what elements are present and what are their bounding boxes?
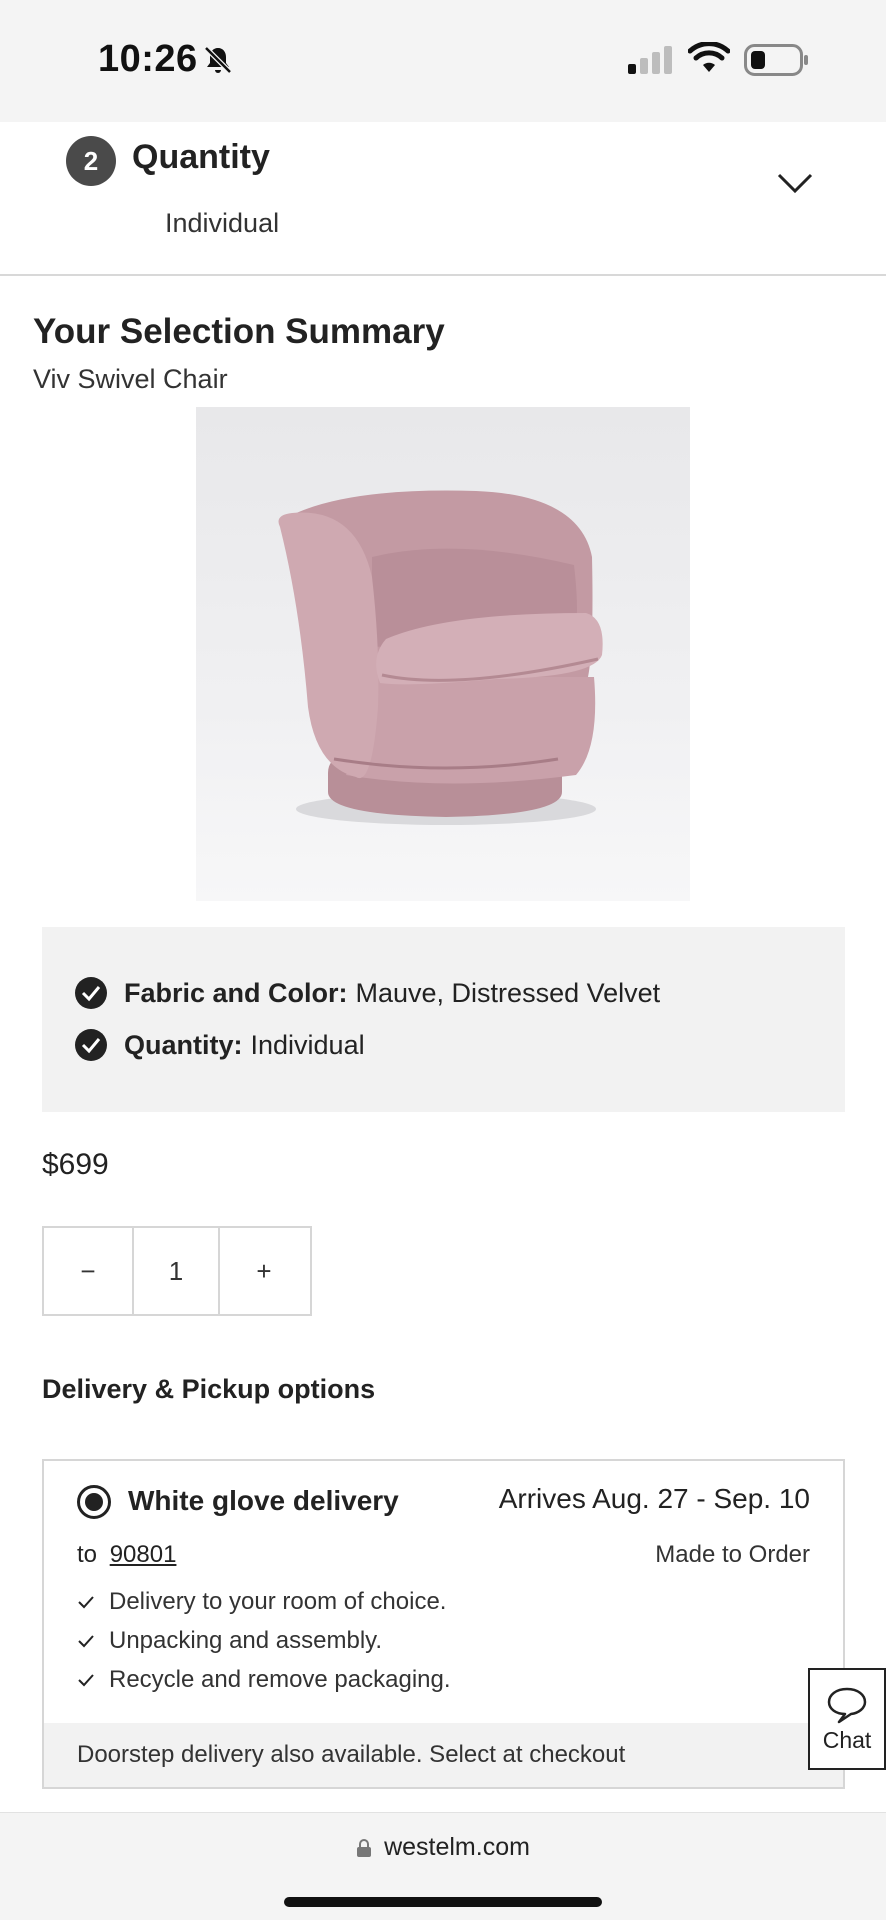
zip-code-link[interactable]: 90801 [110, 1541, 177, 1568]
delivery-footer-note: Doorstep delivery also available. Select… [44, 1723, 843, 1787]
delivery-feature-text: Delivery to your room of choice. [109, 1588, 447, 1615]
delivery-feature-text: Unpacking and assembly. [109, 1627, 383, 1654]
url-text: westelm.com [384, 1833, 530, 1861]
step-selected-value: Individual [165, 208, 280, 238]
bell-slash-icon [204, 46, 232, 74]
selection-row: Quantity: Individual [74, 1027, 365, 1063]
chat-label: Chat [822, 1726, 872, 1753]
check-icon [78, 1635, 94, 1648]
product-image [196, 407, 690, 901]
radio-selected[interactable] [77, 1485, 111, 1519]
delivery-feature: Unpacking and assembly. [77, 1627, 382, 1655]
status-time: 10:26 [98, 38, 198, 80]
delivery-destination: to 90801 [77, 1541, 176, 1569]
delivery-heading: Delivery & Pickup options [42, 1374, 376, 1404]
selection-summary-panel [42, 927, 845, 1112]
home-indicator[interactable] [284, 1897, 602, 1907]
selection-label: Quantity: [124, 1029, 243, 1060]
selection-row: Fabric and Color: Mauve, Distressed Velv… [74, 975, 660, 1011]
product-price: $699 [42, 1148, 109, 1181]
decrement-button[interactable]: − [44, 1228, 132, 1314]
chevron-down-icon[interactable] [776, 170, 814, 196]
check-icon [78, 1596, 94, 1609]
wifi-icon [688, 42, 730, 72]
lock-icon [357, 1838, 372, 1857]
check-icon [78, 1674, 94, 1687]
check-circle-icon [75, 1029, 107, 1061]
quantity-stepper: − 1 + [42, 1226, 312, 1316]
made-to-order-label: Made to Order [655, 1541, 810, 1568]
delivery-option-title[interactable]: White glove delivery [128, 1485, 399, 1517]
chat-bubble-icon [827, 1687, 867, 1723]
step-number-badge: 2 [66, 136, 116, 186]
selection-value: Mauve, Distressed Velvet [355, 977, 661, 1008]
chair-illustration [278, 490, 603, 825]
delivery-feature: Delivery to your room of choice. [77, 1588, 446, 1616]
summary-title: Your Selection Summary [33, 312, 445, 351]
url-display[interactable]: westelm.com [0, 1833, 886, 1862]
quantity-value[interactable]: 1 [132, 1228, 220, 1314]
selection-value: Individual [250, 1029, 365, 1060]
signal-icon [628, 46, 672, 74]
check-circle-icon [75, 977, 107, 1009]
selection-label: Fabric and Color: [124, 977, 348, 1008]
delivery-option-card[interactable]: White glove delivery Arrives Aug. 27 - S… [42, 1459, 845, 1789]
delivery-feature: Recycle and remove packaging. [77, 1666, 451, 1694]
status-bar: 10:26 [0, 0, 886, 122]
chat-button[interactable]: Chat [808, 1668, 886, 1770]
battery-icon [744, 44, 808, 76]
browser-url-bar: westelm.com [0, 1812, 886, 1920]
step-title[interactable]: Quantity [132, 138, 270, 177]
delivery-arrival-date: Arrives Aug. 27 - Sep. 10 [498, 1483, 810, 1514]
increment-button[interactable]: + [220, 1228, 308, 1314]
delivery-feature-text: Recycle and remove packaging. [109, 1666, 451, 1693]
divider [0, 274, 886, 276]
delivery-to-label: to [77, 1541, 98, 1568]
product-name: Viv Swivel Chair [33, 364, 228, 394]
